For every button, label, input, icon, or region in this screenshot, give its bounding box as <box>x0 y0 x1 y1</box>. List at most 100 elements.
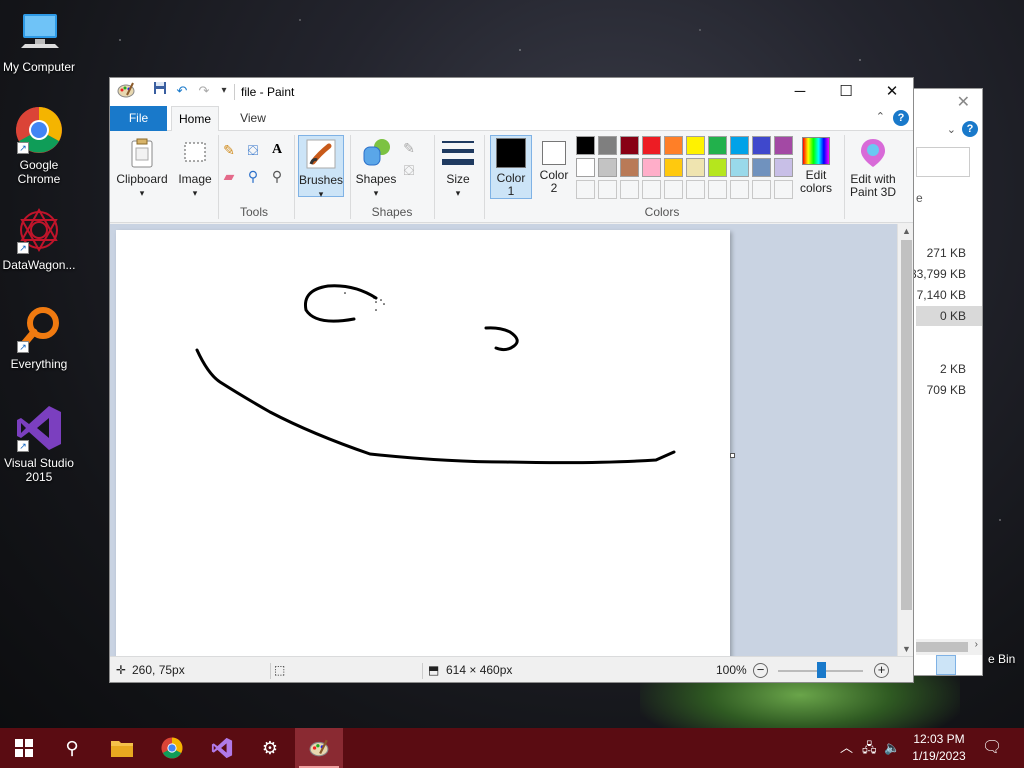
palette-swatch[interactable] <box>752 136 771 155</box>
custom-color-slot[interactable] <box>708 180 727 199</box>
custom-color-slot[interactable] <box>598 180 617 199</box>
tab-home[interactable]: Home <box>171 106 219 132</box>
palette-swatch[interactable] <box>774 158 793 177</box>
help-icon[interactable]: ? <box>962 121 978 137</box>
pencil-icon[interactable]: ✎ <box>220 141 238 159</box>
save-icon[interactable] <box>150 81 170 101</box>
ribbon-home: Clipboard ▾ Image ▾ ✎ ⛋ A ▰ ⚲ ⚲ Tools Brus… <box>110 131 913 223</box>
palette-swatch[interactable] <box>774 136 793 155</box>
magnifier-icon[interactable]: ⚲ <box>268 167 286 185</box>
palette-swatch[interactable] <box>664 136 683 155</box>
color-picker-icon[interactable]: ⚲ <box>244 167 262 185</box>
details-view-icon[interactable] <box>936 655 956 675</box>
zoom-out-button[interactable]: − <box>753 663 768 678</box>
chevron-down-icon[interactable]: ⌄ <box>947 123 956 136</box>
palette-swatch[interactable] <box>708 136 727 155</box>
custom-color-slot[interactable] <box>730 180 749 199</box>
scrollbar-thumb[interactable] <box>901 240 912 610</box>
scroll-up-icon[interactable]: ▲ <box>898 226 913 236</box>
custom-color-slot[interactable] <box>664 180 683 199</box>
search-icon[interactable]: ⚲ <box>48 728 96 768</box>
palette-swatch[interactable] <box>708 158 727 177</box>
color1-button[interactable]: Color 1 <box>490 135 532 199</box>
color2-label: Color 2 <box>539 168 569 195</box>
fill-icon[interactable]: ⛋ <box>400 161 418 179</box>
undo-icon[interactable]: ↶ <box>172 81 192 101</box>
desktop-icon-datawagon[interactable]: ↗ DataWagon... <box>0 206 78 272</box>
fill-bucket-icon[interactable]: ⛋ <box>244 141 262 159</box>
shapes-button[interactable]: Shapes ▾ <box>354 135 398 200</box>
eraser-icon[interactable]: ▰ <box>220 167 238 185</box>
palette-swatch[interactable] <box>730 136 749 155</box>
palette-swatch[interactable] <box>576 158 595 177</box>
chrome-taskbar-icon[interactable] <box>148 728 196 768</box>
palette-swatch[interactable] <box>642 158 661 177</box>
brushes-button[interactable]: Brushes ▾ <box>298 135 344 199</box>
notifications-icon[interactable]: 🗨 <box>982 728 1002 768</box>
network-icon[interactable]: 🖧 <box>862 728 877 768</box>
custom-color-slot[interactable] <box>642 180 661 199</box>
clock[interactable]: 12:03 PM 1/19/2023 <box>906 731 972 765</box>
minimize-ribbon-icon[interactable]: ⌃ <box>876 110 885 123</box>
canvas-size-icon: ⬒ <box>428 663 440 677</box>
edit-colors-button[interactable]: Edit colors <box>796 135 836 195</box>
palette-swatch[interactable] <box>686 158 705 177</box>
bg-search-box[interactable] <box>916 147 970 177</box>
help-icon[interactable]: ? <box>893 110 909 126</box>
palette-swatch[interactable] <box>686 136 705 155</box>
custom-color-slot[interactable] <box>686 180 705 199</box>
large-icons-view-icon[interactable] <box>960 655 980 675</box>
visual-studio-taskbar-icon[interactable] <box>198 728 246 768</box>
maximize-button[interactable]: ☐ <box>823 78 869 106</box>
scroll-right-icon[interactable]: › <box>975 639 978 650</box>
desktop-icon-everything[interactable]: ↗ Everything <box>0 305 78 371</box>
drawing-canvas[interactable] <box>116 230 730 656</box>
redo-icon[interactable]: ↷ <box>194 81 214 101</box>
edit-with-paint3d-button[interactable]: Edit with Paint 3D <box>846 135 900 199</box>
settings-gear-icon[interactable]: ⚙ <box>246 728 294 768</box>
palette-swatch[interactable] <box>598 158 617 177</box>
custom-color-slot[interactable] <box>774 180 793 199</box>
color2-button[interactable]: Color 2 <box>536 135 572 195</box>
palette-swatch[interactable] <box>620 136 639 155</box>
show-hidden-icons-chevron-icon[interactable]: ︿ <box>840 728 853 768</box>
palette-swatch[interactable] <box>730 158 749 177</box>
tab-file[interactable]: File <box>110 106 167 131</box>
start-button[interactable] <box>0 728 48 768</box>
bg-hscroll-thumb[interactable] <box>916 642 968 652</box>
file-explorer-taskbar-icon[interactable] <box>98 728 146 768</box>
paint-app-icon[interactable] <box>116 81 136 101</box>
clipboard-button[interactable]: Clipboard ▾ <box>114 135 170 200</box>
palette-swatch[interactable] <box>642 136 661 155</box>
palette-swatch[interactable] <box>664 158 683 177</box>
custom-color-slot[interactable] <box>620 180 639 199</box>
bg-hscroll[interactable]: › <box>916 639 982 655</box>
customize-qat-chevron-icon[interactable]: ▾ <box>214 81 234 101</box>
size-button[interactable]: Size ▾ <box>438 135 478 200</box>
close-icon[interactable]: ✕ <box>957 92 970 112</box>
text-tool-icon[interactable]: A <box>268 141 286 159</box>
desktop-icon-visual-studio[interactable]: ↗ Visual Studio 2015 <box>0 404 78 484</box>
resize-handle-right[interactable] <box>730 453 735 458</box>
tab-view[interactable]: View <box>229 106 277 131</box>
vertical-scrollbar[interactable]: ▲ ▼ <box>897 224 913 656</box>
palette-swatch[interactable] <box>576 136 595 155</box>
palette-swatch[interactable] <box>752 158 771 177</box>
zoom-slider-thumb[interactable] <box>817 662 826 678</box>
custom-color-slot[interactable] <box>752 180 771 199</box>
recycle-bin-label[interactable]: e Bin <box>988 652 1015 666</box>
scroll-down-icon[interactable]: ▼ <box>898 644 913 654</box>
palette-swatch[interactable] <box>598 136 617 155</box>
close-button[interactable]: ✕ <box>869 78 913 106</box>
ribbon-tabs: File Home View ⌃ ? <box>110 106 913 132</box>
desktop-icon-my-computer[interactable]: My Computer <box>0 8 78 74</box>
desktop-icon-google-chrome[interactable]: ↗ Google Chrome <box>0 106 78 186</box>
palette-swatch[interactable] <box>620 158 639 177</box>
outline-icon[interactable]: ✎ <box>400 139 418 157</box>
volume-icon[interactable]: 🔈 <box>884 728 900 768</box>
minimize-button[interactable]: ─ <box>777 78 823 106</box>
paint-taskbar-icon[interactable] <box>295 728 343 768</box>
zoom-in-button[interactable]: + <box>874 663 889 678</box>
image-button[interactable]: Image ▾ <box>176 135 214 200</box>
custom-color-slot[interactable] <box>576 180 595 199</box>
